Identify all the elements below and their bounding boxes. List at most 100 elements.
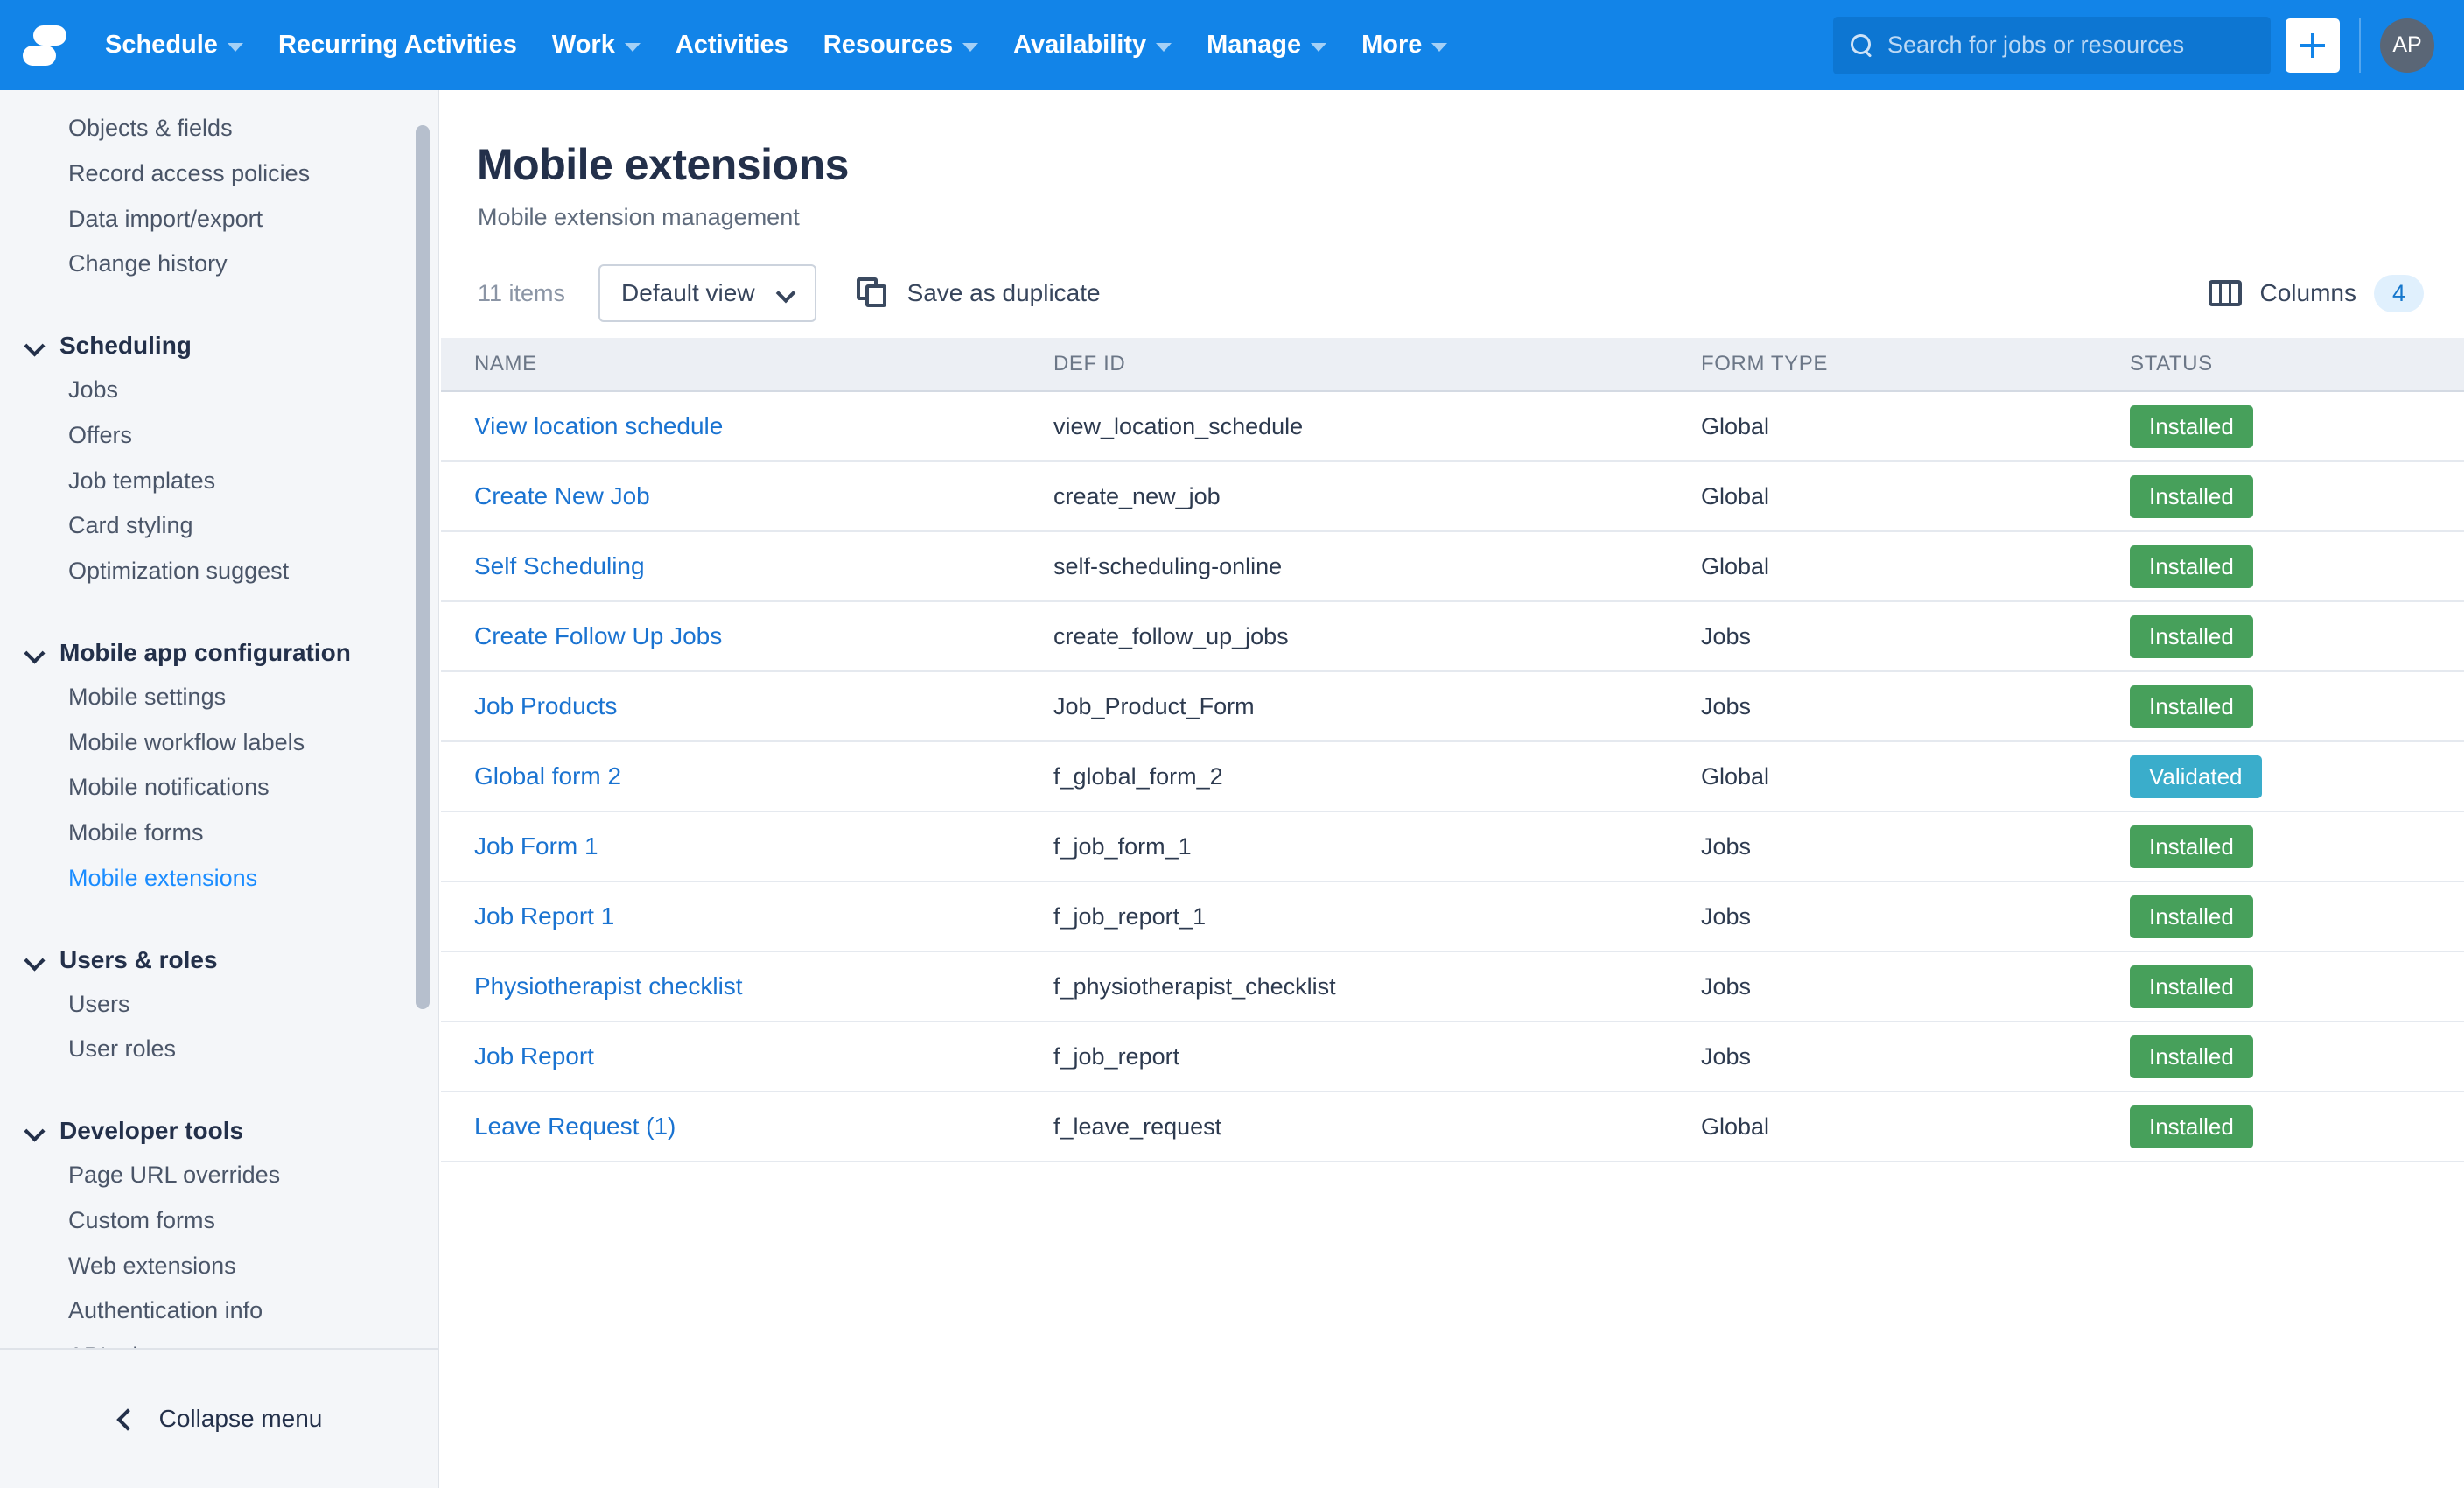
sidebar-item-record-access-policies[interactable]: Record access policies (0, 151, 438, 197)
extension-name-link[interactable]: Create New Job (474, 482, 650, 509)
extension-name-link[interactable]: Job Form 1 (474, 832, 598, 860)
settings-sidebar: Objects & fieldsRecord access policiesDa… (0, 90, 439, 1488)
global-search-box[interactable]: Search for jobs or resources (1833, 17, 2271, 74)
table-row[interactable]: Job Report 1f_job_report_1JobsInstalled (441, 882, 2464, 952)
table-row[interactable]: Physiotherapist checklistf_physiotherapi… (441, 952, 2464, 1022)
sidebar-item-mobile-workflow-labels[interactable]: Mobile workflow labels (0, 720, 438, 766)
sidebar-group-scheduling[interactable]: Scheduling (0, 324, 438, 368)
sidebar-item-web-extensions[interactable]: Web extensions (0, 1244, 438, 1289)
column-header-name[interactable]: NAME (441, 352, 1054, 376)
caret-down-icon (1156, 43, 1172, 52)
nav-item-label: Resources (823, 0, 953, 90)
sidebar-item-data-import-export[interactable]: Data import/export (0, 197, 438, 242)
sidebar-item-api-tokens[interactable]: API tokens (0, 1334, 438, 1348)
table-row[interactable]: Leave Request (1)f_leave_requestGlobalIn… (441, 1092, 2464, 1162)
nav-item-schedule[interactable]: Schedule (88, 0, 261, 90)
extension-name-link[interactable]: Leave Request (1) (474, 1112, 676, 1140)
cell-status: Installed (2130, 615, 2464, 658)
sidebar-scroll-area: Objects & fieldsRecord access policiesDa… (0, 90, 438, 1348)
cell-status: Installed (2130, 825, 2464, 868)
search-input-placeholder[interactable]: Search for jobs or resources (1887, 32, 2184, 59)
cell-def-id: f_job_form_1 (1054, 833, 1701, 860)
cell-name: Job Report (441, 1042, 1054, 1070)
extension-name-link[interactable]: Job Report (474, 1042, 594, 1070)
sidebar-scrollbar-thumb[interactable] (416, 125, 430, 1009)
nav-item-activities[interactable]: Activities (658, 0, 806, 90)
extension-name-link[interactable]: Physiotherapist checklist (474, 972, 743, 1000)
extension-name-link[interactable]: Global form 2 (474, 762, 621, 790)
sidebar-item-user-roles[interactable]: User roles (0, 1027, 438, 1072)
cell-form-type: Global (1701, 1113, 2130, 1141)
sidebar-item-mobile-extensions[interactable]: Mobile extensions (0, 856, 438, 902)
status-badge: Installed (2130, 895, 2253, 938)
chevron-down-icon (26, 644, 44, 662)
columns-button[interactable]: Columns 4 (2208, 275, 2424, 312)
cell-name: Job Report 1 (441, 902, 1054, 930)
sidebar-item-offers[interactable]: Offers (0, 413, 438, 459)
sidebar-item-job-templates[interactable]: Job templates (0, 459, 438, 504)
table-row[interactable]: Job ProductsJob_Product_FormJobsInstalle… (441, 672, 2464, 742)
nav-item-recurring-activities[interactable]: Recurring Activities (261, 0, 535, 90)
cell-status: Installed (2130, 1105, 2464, 1148)
app-logo-icon[interactable] (23, 23, 61, 68)
chevron-down-icon (26, 337, 44, 354)
cell-form-type: Global (1701, 553, 2130, 580)
sidebar-item-jobs[interactable]: Jobs (0, 368, 438, 413)
nav-item-label: Availability (1013, 0, 1146, 90)
status-badge: Installed (2130, 545, 2253, 588)
save-as-duplicate-button[interactable]: Save as duplicate (857, 277, 1101, 309)
table-row[interactable]: Global form 2f_global_form_2GlobalValida… (441, 742, 2464, 812)
extension-name-link[interactable]: Job Report 1 (474, 902, 614, 930)
nav-item-work[interactable]: Work (535, 0, 658, 90)
sidebar-group-users-roles[interactable]: Users & roles (0, 938, 438, 982)
column-header-def-id[interactable]: DEF ID (1054, 352, 1701, 376)
sidebar-item-users[interactable]: Users (0, 982, 438, 1028)
column-header-status[interactable]: STATUS (2130, 352, 2464, 376)
sidebar-group-label: Developer tools (60, 1117, 243, 1145)
plus-icon (2300, 33, 2325, 58)
caret-down-icon (228, 43, 243, 52)
sidebar-nav-list: Objects & fieldsRecord access policiesDa… (0, 90, 438, 1348)
cell-status: Installed (2130, 1035, 2464, 1078)
sidebar-group-label: Scheduling (60, 332, 192, 360)
view-select-dropdown[interactable]: Default view (598, 264, 816, 322)
chevron-left-icon (116, 1409, 133, 1428)
table-row[interactable]: Job Form 1f_job_form_1JobsInstalled (441, 812, 2464, 882)
nav-item-manage[interactable]: Manage (1189, 0, 1344, 90)
table-row[interactable]: Self Schedulingself-scheduling-onlineGlo… (441, 532, 2464, 602)
sidebar-item-card-styling[interactable]: Card styling (0, 503, 438, 549)
extension-name-link[interactable]: Self Scheduling (474, 552, 645, 579)
list-toolbar: 11 items Default view Save as duplicate … (441, 231, 2464, 319)
table-row[interactable]: Create Follow Up Jobscreate_follow_up_jo… (441, 602, 2464, 672)
add-new-button[interactable] (2286, 18, 2340, 73)
table-row[interactable]: View location scheduleview_location_sche… (441, 392, 2464, 462)
sidebar-item-mobile-notifications[interactable]: Mobile notifications (0, 765, 438, 811)
extension-name-link[interactable]: View location schedule (474, 412, 723, 439)
sidebar-group-mobile-app-configuration[interactable]: Mobile app configuration (0, 631, 438, 675)
sidebar-group-developer-tools[interactable]: Developer tools (0, 1109, 438, 1153)
status-badge: Installed (2130, 1035, 2253, 1078)
sidebar-item-clipped[interactable] (0, 90, 438, 106)
collapse-menu-button[interactable]: Collapse menu (0, 1348, 438, 1488)
sidebar-item-change-history[interactable]: Change history (0, 242, 438, 287)
sidebar-item-authentication-info[interactable]: Authentication info (0, 1288, 438, 1334)
nav-item-availability[interactable]: Availability (996, 0, 1189, 90)
columns-count-badge: 4 (2374, 275, 2424, 312)
sidebar-item-objects-fields[interactable]: Objects & fields (0, 106, 438, 151)
table-row[interactable]: Job Reportf_job_reportJobsInstalled (441, 1022, 2464, 1092)
nav-item-label: Activities (676, 0, 788, 90)
chevron-down-icon (778, 288, 794, 298)
nav-item-resources[interactable]: Resources (806, 0, 996, 90)
user-avatar[interactable]: AP (2380, 18, 2434, 73)
extension-name-link[interactable]: Create Follow Up Jobs (474, 622, 722, 649)
sidebar-item-optimization-suggest[interactable]: Optimization suggest (0, 549, 438, 594)
table-row[interactable]: Create New Jobcreate_new_jobGlobalInstal… (441, 462, 2464, 532)
nav-item-more[interactable]: More (1344, 0, 1465, 90)
extension-name-link[interactable]: Job Products (474, 692, 617, 719)
cell-form-type: Global (1701, 413, 2130, 440)
sidebar-item-custom-forms[interactable]: Custom forms (0, 1198, 438, 1244)
sidebar-item-page-url-overrides[interactable]: Page URL overrides (0, 1153, 438, 1198)
column-header-form-type[interactable]: FORM TYPE (1701, 352, 2130, 376)
sidebar-item-mobile-forms[interactable]: Mobile forms (0, 811, 438, 856)
sidebar-item-mobile-settings[interactable]: Mobile settings (0, 675, 438, 720)
